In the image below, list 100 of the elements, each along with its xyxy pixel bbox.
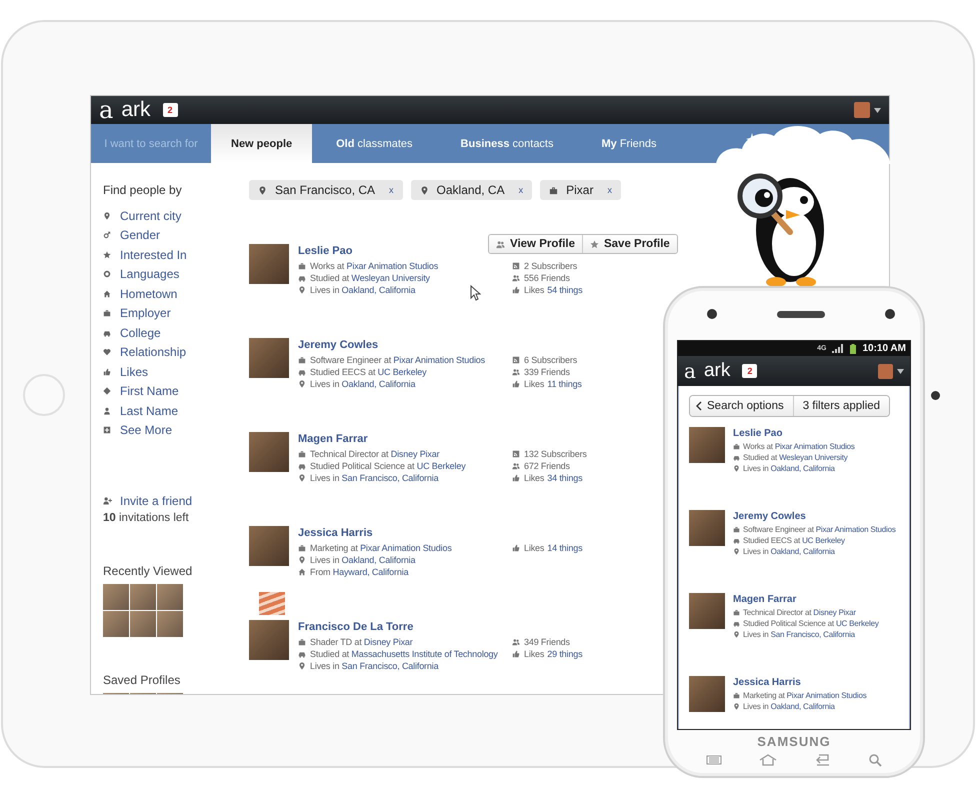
detail-link[interactable]: Hayward, California (332, 567, 408, 577)
diamond-icon (103, 387, 111, 396)
filter-link[interactable]: Gender (120, 228, 160, 242)
photo-placeholder[interactable] (103, 584, 129, 610)
filter-link[interactable]: Hometown (120, 286, 178, 301)
profile-name-link[interactable]: Leslie Pao (733, 427, 782, 440)
caret-icon[interactable] (897, 368, 904, 374)
detail-link[interactable]: UC Berkeley (416, 461, 466, 471)
detail-link[interactable]: Massachusetts Institute of Technology (351, 649, 498, 659)
filter-link[interactable]: See More (120, 423, 172, 438)
car-icon (298, 274, 306, 282)
count-link[interactable]: 54 things (547, 285, 582, 295)
people-icon (512, 274, 520, 282)
detail-link[interactable]: San Francisco, California (342, 473, 438, 483)
filter-link[interactable]: Last Name (120, 404, 178, 418)
logo-mark: a (99, 98, 114, 122)
count-link[interactable]: 11 things (547, 379, 582, 389)
detail-link[interactable]: Oakland, California (342, 555, 416, 565)
filter-link[interactable]: Interested In (120, 248, 187, 262)
profile-name-link[interactable]: Jessica Harris (298, 526, 373, 540)
profile-detail: Lives in Oakland, California (743, 463, 835, 474)
count-link[interactable]: 14 things (547, 543, 582, 553)
profile-detail: Lives in Oakland, California (310, 378, 416, 390)
filter-link[interactable]: Likes (120, 364, 148, 379)
detail-link[interactable]: Disney Pixar (364, 637, 413, 647)
profile-name-link[interactable]: Jeremy Cowles (733, 510, 806, 523)
count-link[interactable]: 29 things (547, 649, 582, 659)
tab[interactable]: Business contacts (436, 124, 578, 163)
notification-badge[interactable]: 2 (162, 103, 178, 117)
remove-link[interactable]: x (518, 185, 524, 195)
photo-placeholder[interactable] (130, 610, 156, 636)
detail-link[interactable]: Oakland, California (770, 547, 835, 556)
invite-link[interactable]: Invite a friend (120, 494, 192, 508)
detail-link[interactable]: Oakland, California (342, 285, 416, 295)
photo-placeholder[interactable] (130, 584, 156, 610)
photo-placeholder[interactable] (157, 610, 183, 636)
count-link[interactable]: 34 things (547, 473, 582, 483)
detail-link[interactable]: UC Berkeley (378, 367, 427, 377)
profile-detail: Studied at Massachusetts Institute of Technology (310, 648, 498, 660)
profile-name-link[interactable]: Magen Farrar (298, 432, 368, 446)
detail-link[interactable]: UC Berkeley (802, 536, 845, 545)
remove-link[interactable]: x (607, 185, 612, 195)
detail-link[interactable]: San Francisco, California (770, 630, 855, 639)
detail-link[interactable]: Pixar Animation Studios (816, 525, 896, 534)
thumbs-up-icon (512, 286, 520, 294)
menu-icon[interactable] (706, 755, 722, 765)
photo-placeholder[interactable] (157, 584, 183, 610)
back-icon[interactable] (814, 754, 831, 766)
detail-link[interactable]: Oakland, California (342, 379, 416, 389)
tab[interactable]: New people (211, 124, 312, 163)
tab[interactable]: My Friends (578, 124, 681, 163)
home-icon[interactable] (759, 754, 778, 766)
remove-link[interactable]: x (389, 185, 394, 195)
detail-link[interactable]: Wesleyan University (779, 453, 848, 462)
profile-name-link[interactable]: Magen Farrar (733, 593, 796, 606)
caret-icon[interactable] (874, 108, 881, 112)
search-options-button[interactable]: Search options (690, 396, 794, 416)
profile-name-link[interactable]: Jessica Harris (733, 676, 801, 689)
briefcase-icon (298, 356, 306, 364)
camera-dot (707, 309, 717, 319)
search-icon[interactable] (868, 753, 882, 767)
profile-stat: 556 Friends (524, 272, 570, 284)
filter-link[interactable]: First Name (120, 384, 179, 398)
tab[interactable]: Old classmates (312, 124, 437, 163)
detail-link[interactable]: Pixar Animation Studios (360, 543, 452, 553)
home-button[interactable] (23, 374, 65, 416)
detail-link[interactable]: Disney Pixar (390, 449, 440, 459)
filter-link[interactable]: Relationship (120, 345, 186, 360)
notification-badge[interactable]: 2 (742, 364, 758, 378)
striped-thumbnail[interactable] (259, 592, 285, 615)
photo-placeholder (249, 620, 289, 660)
profile-detail: From Hayward, California (310, 566, 408, 578)
detail-link[interactable]: Pixar Animation Studios (786, 691, 867, 700)
avatar-placeholder[interactable] (878, 364, 893, 378)
detail-link[interactable]: Wesleyan University (351, 273, 430, 283)
filters-button[interactable]: 3 filters applied (794, 396, 890, 416)
detail-link[interactable]: Pixar Animation Studios (346, 261, 438, 271)
filter-link[interactable]: College (120, 326, 161, 340)
detail-link[interactable]: Oakland, California (770, 702, 835, 711)
profile-name-link[interactable]: Francisco De La Torre (298, 620, 414, 634)
detail-link[interactable]: Pixar Animation Studios (393, 355, 486, 365)
pin-icon (103, 212, 111, 220)
profile-stat: 132 Subscribers (524, 448, 587, 460)
profile-button[interactable]: Save Profile (582, 235, 677, 253)
logo-text: ark (121, 98, 150, 122)
filter-link[interactable]: Employer (120, 306, 171, 320)
detail-link[interactable]: UC Berkeley (836, 619, 879, 628)
detail-link[interactable]: Disney Pixar (813, 608, 856, 617)
detail-link[interactable]: San Francisco, California (342, 661, 438, 671)
thumbs-up-icon (103, 368, 111, 376)
photo-placeholder[interactable] (103, 610, 129, 636)
brand-name: SAMSUNG (756, 734, 832, 749)
thumbs-up-icon (512, 544, 520, 552)
profile-name-link[interactable]: Jeremy Cowles (298, 338, 378, 352)
filter-link[interactable]: Languages (120, 267, 180, 282)
detail-link[interactable]: Pixar Animation Studios (774, 442, 855, 451)
profile-name-link[interactable]: Leslie Pao (298, 244, 352, 258)
filter-link[interactable]: Current city (120, 208, 182, 223)
detail-link[interactable]: Oakland, California (770, 464, 835, 473)
profile-button[interactable]: View Profile (489, 235, 583, 253)
